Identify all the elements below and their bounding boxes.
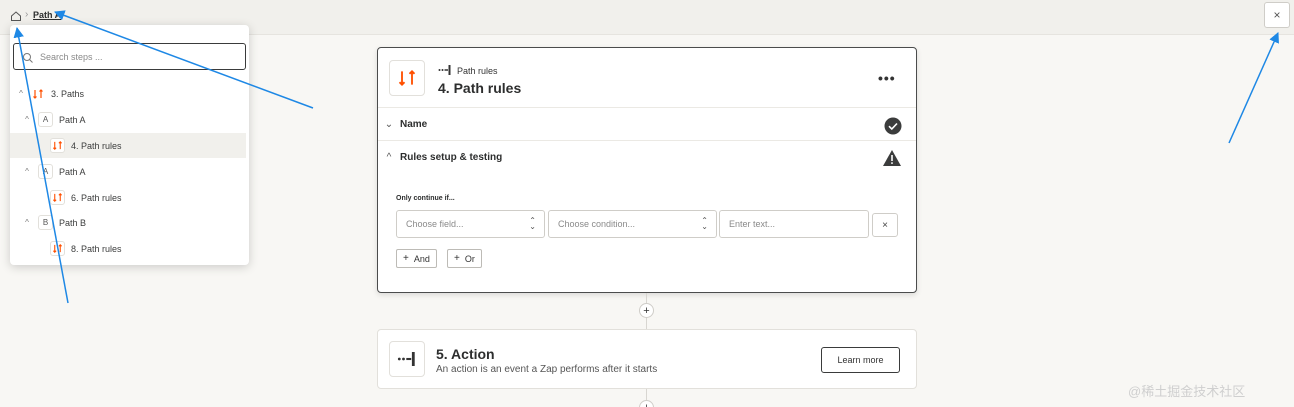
text-placeholder: Enter text...: [729, 219, 776, 229]
breadcrumb-current[interactable]: Path A: [33, 10, 61, 20]
add-step-button[interactable]: +: [639, 400, 654, 407]
plus-icon: +: [454, 253, 460, 264]
action-description: An action is an event a Zap performs aft…: [436, 364, 658, 375]
tree-item-path-b[interactable]: ^ B Path B: [10, 210, 246, 235]
chevron-up-icon: ^: [386, 151, 392, 163]
paths-icon: [50, 138, 65, 153]
chevron-up-icon[interactable]: ^: [22, 167, 32, 176]
tree-item-path-rules-8[interactable]: 8. Path rules: [10, 236, 246, 261]
chevron-up-down-icon: ⌃ ⌄: [701, 216, 708, 231]
condition-placeholder: Choose condition...: [558, 219, 636, 229]
tree-item-label: Path B: [59, 217, 87, 228]
tree-item-paths[interactable]: ^ 3. Paths: [10, 81, 246, 106]
tree-item-path-rules-4[interactable]: 4. Path rules: [10, 133, 246, 158]
tree-item-label: Path A: [59, 114, 86, 125]
home-icon[interactable]: [8, 8, 24, 24]
field-placeholder: Choose field...: [406, 219, 464, 229]
add-step-button[interactable]: +: [639, 303, 654, 318]
learn-more-button[interactable]: Learn more: [821, 347, 900, 373]
check-circle-icon: [884, 117, 902, 135]
path-letter-badge: A: [38, 112, 53, 127]
choose-condition-select[interactable]: Choose condition... ⌃ ⌄: [548, 210, 717, 238]
section-rules-setup[interactable]: ^ Rules setup & testing: [378, 141, 916, 173]
tree-item-path-a[interactable]: ^ A Path A: [10, 107, 246, 132]
warning-icon: [882, 149, 902, 167]
tree-item-label: 8. Path rules: [71, 243, 122, 254]
tree-item-label: 3. Paths: [51, 88, 85, 99]
chevron-up-down-icon: ⌃ ⌄: [529, 216, 536, 231]
search-icon: [22, 51, 34, 63]
section-name[interactable]: ⌄ Name: [378, 109, 916, 141]
only-continue-label: Only continue if...: [396, 195, 455, 202]
breadcrumb-separator: ›: [25, 9, 29, 20]
chevron-up-icon[interactable]: ^: [16, 89, 26, 98]
step-picker-dropdown: ^ 3. Paths ^ A Path A 4. Path rules ^ A …: [10, 25, 249, 265]
step-kind: Path rules: [438, 65, 498, 77]
search-steps-field[interactable]: [13, 43, 246, 70]
paths-app-icon: [389, 60, 425, 96]
annotation-arrow: [1228, 32, 1279, 144]
paths-icon: [50, 241, 65, 256]
path-letter-badge: A: [38, 164, 53, 179]
add-or-button[interactable]: + Or: [447, 249, 482, 268]
tree-item-path-rules-6[interactable]: 6. Path rules: [10, 185, 246, 210]
chevron-up-icon[interactable]: ^: [22, 218, 32, 227]
chevron-down-icon: ⌄: [384, 119, 394, 130]
path-rules-icon: [438, 65, 452, 77]
step-title: 4. Path rules: [438, 80, 522, 96]
action-step-card[interactable]: 5. Action An action is an event a Zap pe…: [377, 329, 917, 389]
plus-icon: +: [403, 253, 409, 264]
step-kind-label: Path rules: [457, 66, 498, 76]
path-letter-badge: B: [38, 215, 53, 230]
tree-item-path-a-2[interactable]: ^ A Path A: [10, 159, 246, 184]
tree-item-label: 6. Path rules: [71, 192, 122, 203]
action-title: 5. Action: [436, 346, 495, 362]
or-label: Or: [464, 253, 475, 264]
chevron-up-icon[interactable]: ^: [22, 115, 32, 124]
and-label: And: [413, 253, 430, 264]
action-icon: [389, 341, 425, 377]
search-steps-input[interactable]: [40, 51, 230, 62]
tree-item-label: Path A: [59, 166, 86, 177]
section-title: Name: [400, 119, 428, 130]
enter-text-input[interactable]: Enter text...: [719, 210, 869, 238]
tree-item-label: 4. Path rules: [71, 140, 122, 151]
close-button[interactable]: ×: [1264, 2, 1290, 28]
more-options-button[interactable]: •••: [878, 70, 898, 86]
paths-icon: [30, 86, 45, 101]
remove-rule-button[interactable]: ×: [872, 213, 898, 237]
step-card-header: Path rules 4. Path rules •••: [378, 48, 916, 108]
paths-icon: [50, 190, 65, 205]
choose-field-select[interactable]: Choose field... ⌃ ⌄: [396, 210, 545, 238]
path-rules-step-card: Path rules 4. Path rules ••• ⌄ Name ^ Ru…: [377, 47, 917, 293]
section-title: Rules setup & testing: [400, 151, 503, 163]
watermark: @稀土掘金技术社区: [1128, 384, 1246, 399]
add-and-button[interactable]: + And: [396, 249, 437, 268]
